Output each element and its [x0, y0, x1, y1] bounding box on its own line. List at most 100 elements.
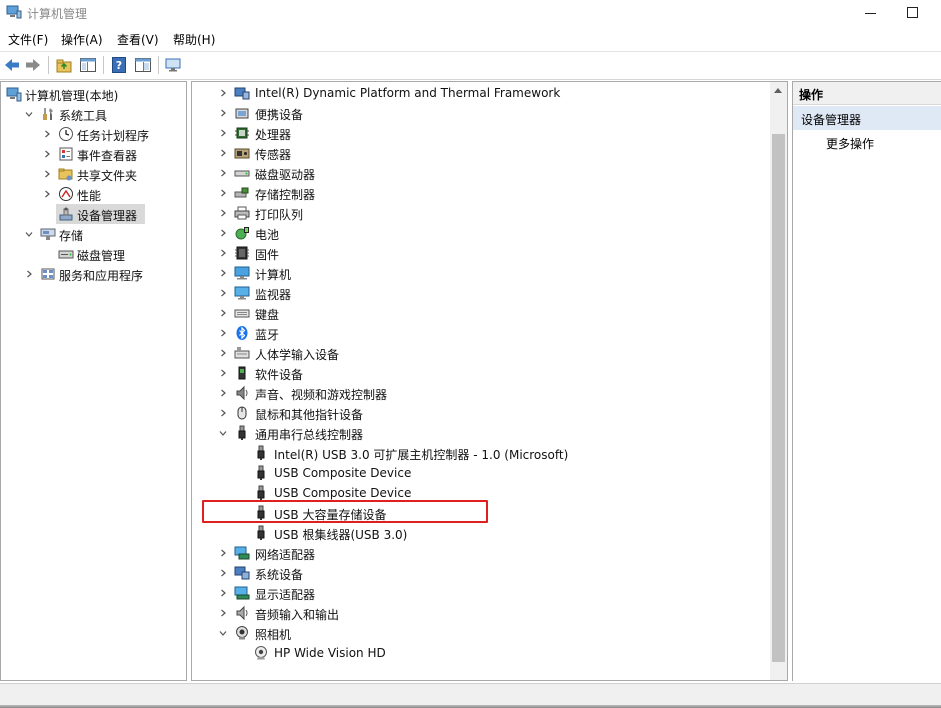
device-item[interactable]: 蓝牙 — [192, 323, 768, 343]
chevron-right-icon[interactable] — [218, 208, 228, 218]
actions-title: 操作 — [799, 88, 824, 102]
device-item[interactable]: HP Wide Vision HD — [192, 643, 768, 663]
up-folder-button[interactable] — [55, 56, 73, 74]
device-item[interactable]: 传感器 — [192, 143, 768, 163]
device-item[interactable]: 存储控制器 — [192, 183, 768, 203]
arrow-left-icon — [5, 59, 19, 71]
monitor-button[interactable] — [164, 56, 182, 74]
actions-section-header[interactable]: 设备管理器 — [793, 106, 941, 130]
chevron-right-icon[interactable] — [218, 328, 228, 338]
device-item[interactable]: 人体学输入设备 — [192, 343, 768, 363]
device-item-label: 便携设备 — [255, 108, 304, 122]
chevron-right-icon[interactable] — [218, 368, 228, 378]
chevron-down-icon[interactable] — [218, 428, 228, 438]
device-item[interactable]: 软件设备 — [192, 363, 768, 383]
forward-button[interactable] — [24, 56, 42, 74]
chevron-right-icon[interactable] — [218, 168, 228, 178]
vertical-scrollbar[interactable] — [770, 82, 787, 680]
device-item[interactable]: 处理器 — [192, 123, 768, 143]
device-item-label: HP Wide Vision HD — [274, 646, 386, 660]
chevron-right-icon[interactable] — [218, 188, 228, 198]
performance-icon — [58, 186, 74, 202]
device-item[interactable]: 网络适配器 — [192, 543, 768, 563]
tree-item[interactable]: 系统工具 — [1, 104, 186, 124]
minimize-button[interactable] — [862, 5, 880, 21]
status-bar — [0, 683, 941, 708]
help-button[interactable]: ? — [110, 56, 128, 74]
chevron-right-icon[interactable] — [218, 128, 228, 138]
chevron-right-icon[interactable] — [218, 388, 228, 398]
tree-item-label: 存储 — [59, 229, 84, 243]
chevron-right-icon[interactable] — [218, 548, 228, 558]
device-item[interactable]: 音频输入和输出 — [192, 603, 768, 623]
device-item[interactable]: 磁盘驱动器 — [192, 163, 768, 183]
chevron-right-icon[interactable] — [218, 288, 228, 298]
tree-item[interactable]: 存储 — [1, 224, 186, 244]
chevron-right-icon[interactable] — [218, 308, 228, 318]
menu-help[interactable]: 帮助(H) — [173, 31, 215, 48]
chevron-right-icon[interactable] — [218, 408, 228, 418]
chevron-right-icon[interactable] — [218, 608, 228, 618]
properties-button[interactable] — [134, 56, 152, 74]
chevron-right-icon[interactable] — [218, 588, 228, 598]
chevron-down-icon[interactable] — [24, 229, 34, 239]
device-item[interactable]: 鼠标和其他指针设备 — [192, 403, 768, 423]
chevron-right-icon[interactable] — [218, 88, 228, 98]
tree-item-label: 计算机管理(本地) — [25, 89, 119, 103]
device-item[interactable]: 键盘 — [192, 303, 768, 323]
chevron-right-icon[interactable] — [218, 268, 228, 278]
tree-item[interactable]: 磁盘管理 — [1, 244, 186, 264]
event-viewer-icon — [58, 146, 74, 162]
more-actions-link[interactable]: 更多操作 — [826, 135, 874, 152]
device-item[interactable]: 通用串行总线控制器 — [192, 423, 768, 443]
chevron-right-icon[interactable] — [42, 149, 52, 159]
help-book-icon: ? — [112, 57, 126, 73]
chevron-down-icon[interactable] — [218, 628, 228, 638]
device-item[interactable]: 照相机 — [192, 623, 768, 643]
processor-icon — [234, 125, 250, 141]
menu-action[interactable]: 操作(A) — [61, 31, 103, 48]
chevron-right-icon[interactable] — [24, 269, 34, 279]
show-hide-tree-button[interactable] — [79, 56, 97, 74]
device-item[interactable]: USB Composite Device — [192, 463, 768, 483]
chevron-right-icon[interactable] — [218, 568, 228, 578]
device-item[interactable]: 电池 — [192, 223, 768, 243]
device-item[interactable]: Intel(R) Dynamic Platform and Thermal Fr… — [192, 83, 768, 103]
chevron-right-icon[interactable] — [218, 228, 228, 238]
scroll-thumb[interactable] — [772, 134, 785, 662]
device-item[interactable]: 便携设备 — [192, 103, 768, 123]
tools-icon — [40, 106, 56, 122]
chevron-right-icon[interactable] — [218, 348, 228, 358]
device-item-label: 通用串行总线控制器 — [255, 428, 364, 442]
scroll-up-button[interactable] — [770, 82, 787, 99]
tree-item[interactable]: 计算机管理(本地) — [1, 84, 186, 104]
menu-view[interactable]: 查看(V) — [117, 31, 159, 48]
chevron-right-icon[interactable] — [218, 248, 228, 258]
chevron-right-icon[interactable] — [218, 108, 228, 118]
device-item[interactable]: 固件 — [192, 243, 768, 263]
chevron-down-icon[interactable] — [24, 109, 34, 119]
device-item[interactable]: USB 根集线器(USB 3.0) — [192, 523, 768, 543]
tree-item[interactable]: 服务和应用程序 — [1, 264, 186, 284]
chevron-right-icon[interactable] — [42, 189, 52, 199]
chevron-right-icon[interactable] — [218, 148, 228, 158]
usb-icon — [253, 465, 269, 481]
tree-item[interactable]: 任务计划程序 — [1, 124, 186, 144]
maximize-button[interactable] — [904, 4, 920, 20]
tree-item[interactable]: 设备管理器 — [1, 204, 186, 224]
device-item[interactable]: 监视器 — [192, 283, 768, 303]
device-item[interactable]: 打印队列 — [192, 203, 768, 223]
tree-item[interactable]: 共享文件夹 — [1, 164, 186, 184]
menu-file[interactable]: 文件(F) — [8, 31, 48, 48]
device-item[interactable]: 声音、视频和游戏控制器 — [192, 383, 768, 403]
back-button[interactable] — [3, 56, 21, 74]
chevron-right-icon[interactable] — [42, 169, 52, 179]
tree-item[interactable]: 性能 — [1, 184, 186, 204]
device-item[interactable]: 系统设备 — [192, 563, 768, 583]
tree-item[interactable]: 事件查看器 — [1, 144, 186, 164]
device-item[interactable]: 显示适配器 — [192, 583, 768, 603]
chevron-right-icon[interactable] — [42, 129, 52, 139]
device-item[interactable]: Intel(R) USB 3.0 可扩展主机控制器 - 1.0 (Microso… — [192, 443, 768, 463]
monitor-icon — [165, 58, 181, 72]
device-item[interactable]: 计算机 — [192, 263, 768, 283]
